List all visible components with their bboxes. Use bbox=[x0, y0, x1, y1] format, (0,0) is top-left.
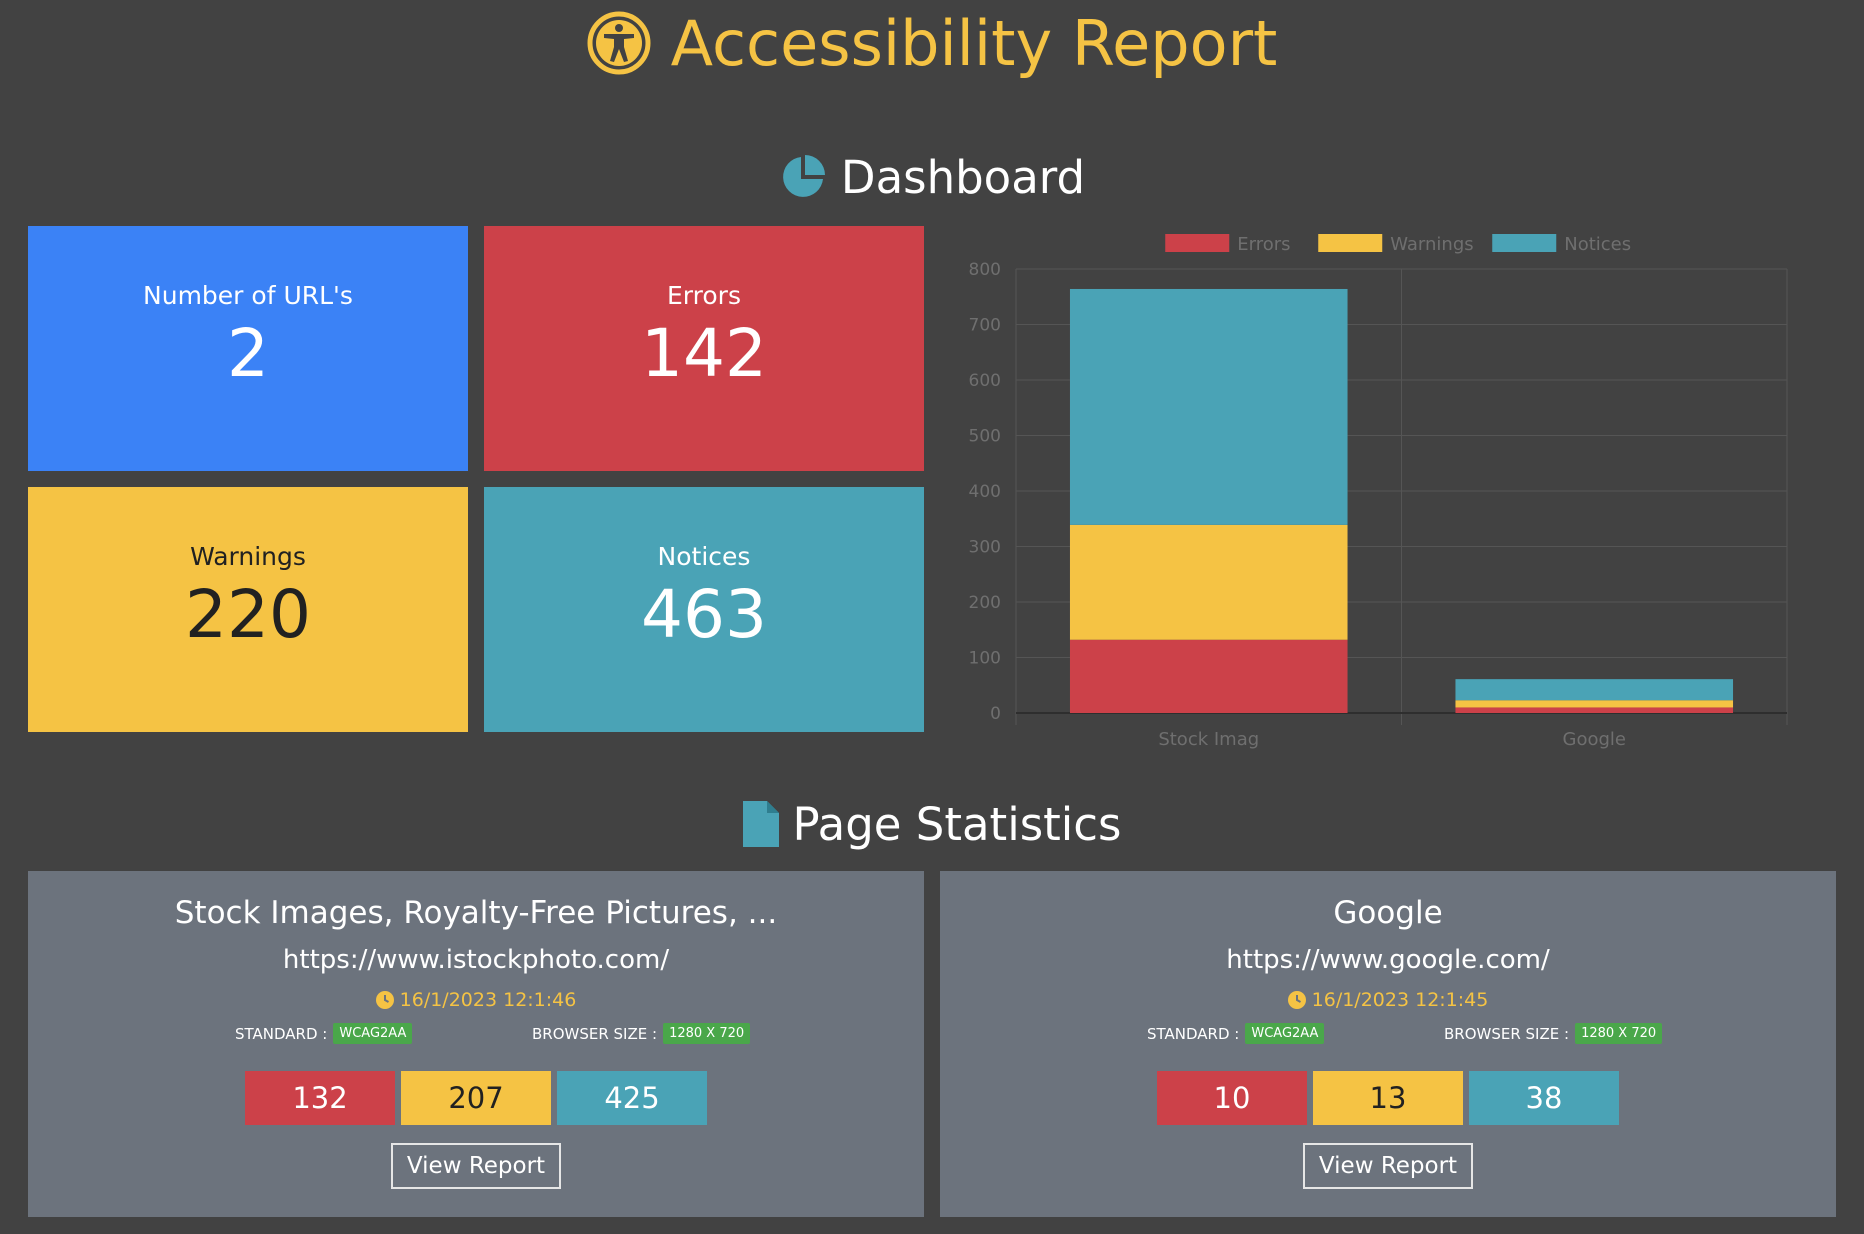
view-report-button[interactable]: View Report bbox=[390, 1143, 562, 1189]
browser-size-label: BROWSER SIZE : bbox=[1444, 1024, 1570, 1043]
report-header: Accessibility Report bbox=[0, 0, 1864, 86]
browser-size-info: BROWSER SIZE : 1280 X 720 bbox=[1444, 1023, 1663, 1044]
page-card: Google https://www.google.com/ 16/1/2023… bbox=[940, 871, 1836, 1217]
dashboard-heading: Dashboard bbox=[0, 145, 1864, 209]
issue-counts: 10 13 38 bbox=[1154, 1071, 1622, 1125]
pie-chart-icon bbox=[783, 155, 825, 197]
standard-badge: WCAG2AA bbox=[1245, 1023, 1325, 1044]
bar-segment-warnings bbox=[1069, 524, 1348, 640]
stat-card-value: 142 bbox=[641, 315, 767, 392]
x-tick-label: Google bbox=[1563, 729, 1626, 750]
accessibility-icon bbox=[587, 11, 651, 75]
page-card-title: Google bbox=[1333, 895, 1443, 931]
page-card-meta: STANDARD : WCAG2AA BROWSER SIZE : 1280 X… bbox=[28, 1023, 924, 1049]
standard-label: STANDARD : bbox=[235, 1024, 328, 1043]
stat-card-label: Number of URL's bbox=[143, 281, 353, 310]
dashboard-title: Dashboard bbox=[840, 150, 1086, 204]
y-tick-label: 800 bbox=[969, 260, 1001, 280]
browser-size-label: BROWSER SIZE : bbox=[532, 1024, 658, 1043]
view-report-button[interactable]: View Report bbox=[1302, 1143, 1474, 1189]
bar-segment-errors bbox=[1455, 707, 1734, 713]
page-card: Stock Images, Royalty-Free Pictures, ...… bbox=[28, 871, 924, 1217]
stat-card-label: Notices bbox=[657, 542, 751, 571]
page-statistics-heading: Page Statistics bbox=[0, 791, 1864, 857]
page-card-title: Stock Images, Royalty-Free Pictures, ... bbox=[174, 895, 778, 931]
standard-label: STANDARD : bbox=[1147, 1024, 1240, 1043]
y-tick-label: 200 bbox=[969, 593, 1001, 613]
y-tick-label: 500 bbox=[969, 427, 1001, 447]
stat-card-value: 2 bbox=[227, 315, 269, 392]
stat-card-label: Errors bbox=[667, 281, 741, 310]
datetime-text: 16/1/2023 12:1:45 bbox=[1311, 989, 1489, 1011]
page-title: Accessibility Report bbox=[670, 6, 1278, 80]
standard-info: STANDARD : WCAG2AA bbox=[235, 1023, 413, 1044]
bar-segment-warnings bbox=[1455, 700, 1734, 708]
legend-label: Warnings bbox=[1390, 234, 1473, 255]
stat-card-warnings: Warnings 220 bbox=[28, 487, 468, 732]
chart-svg: 0 100 200 300 400 500 600 700 800 Stock Imag Googl… bbox=[969, 234, 1788, 750]
stat-card-urls: Number of URL's 2 bbox=[28, 226, 468, 471]
x-tick-label: Stock Imag bbox=[1158, 729, 1259, 750]
y-tick-label: 700 bbox=[969, 316, 1001, 336]
page-statistics-title: Page Statistics bbox=[792, 797, 1122, 851]
issue-counts: 132 207 425 bbox=[242, 1071, 710, 1125]
page-card-url: https://www.istockphoto.com/ bbox=[282, 945, 670, 975]
stat-card-value: 463 bbox=[641, 576, 767, 653]
y-tick-label: 0 bbox=[990, 704, 1001, 724]
stat-card-errors: Errors 142 bbox=[484, 226, 924, 471]
notices-count: 38 bbox=[1469, 1071, 1619, 1125]
page-card-meta: STANDARD : WCAG2AA BROWSER SIZE : 1280 X… bbox=[940, 1023, 1836, 1049]
bar-segment-notices bbox=[1455, 679, 1734, 701]
stacked-bar-chart: 0 100 200 300 400 500 600 700 800 Stock Imag Googl… bbox=[940, 222, 1820, 762]
errors-count: 10 bbox=[1157, 1071, 1307, 1125]
standard-info: STANDARD : WCAG2AA bbox=[1147, 1023, 1325, 1044]
y-tick-label: 400 bbox=[969, 482, 1001, 502]
page-card-datetime: 16/1/2023 12:1:45 bbox=[1287, 989, 1489, 1011]
stat-card-notices: Notices 463 bbox=[484, 487, 924, 732]
clock-icon bbox=[1287, 991, 1306, 1009]
errors-count: 132 bbox=[245, 1071, 395, 1125]
legend-swatch-notices bbox=[1492, 234, 1557, 252]
bar-segment-errors bbox=[1069, 639, 1348, 713]
page-card-url: https://www.google.com/ bbox=[1226, 945, 1550, 975]
standard-badge: WCAG2AA bbox=[333, 1023, 413, 1044]
browser-size-badge: 1280 X 720 bbox=[1575, 1023, 1663, 1044]
y-tick-label: 600 bbox=[969, 371, 1001, 391]
file-icon bbox=[742, 801, 779, 847]
notices-count: 425 bbox=[557, 1071, 707, 1125]
browser-size-badge: 1280 X 720 bbox=[663, 1023, 751, 1044]
y-tick-label: 100 bbox=[969, 649, 1001, 669]
legend-swatch-errors bbox=[1165, 234, 1230, 252]
stat-card-value: 220 bbox=[185, 576, 311, 653]
warnings-count: 207 bbox=[401, 1071, 551, 1125]
stat-card-label: Warnings bbox=[190, 542, 306, 571]
warnings-count: 13 bbox=[1313, 1071, 1463, 1125]
clock-icon bbox=[375, 991, 394, 1009]
datetime-text: 16/1/2023 12:1:46 bbox=[399, 989, 577, 1011]
y-tick-label: 300 bbox=[969, 538, 1001, 558]
bar-segment-notices bbox=[1069, 288, 1348, 525]
legend-label: Errors bbox=[1237, 234, 1290, 255]
legend-label: Notices bbox=[1564, 234, 1631, 255]
browser-size-info: BROWSER SIZE : 1280 X 720 bbox=[532, 1023, 751, 1044]
page-card-datetime: 16/1/2023 12:1:46 bbox=[375, 989, 577, 1011]
legend-swatch-warnings bbox=[1318, 234, 1383, 252]
